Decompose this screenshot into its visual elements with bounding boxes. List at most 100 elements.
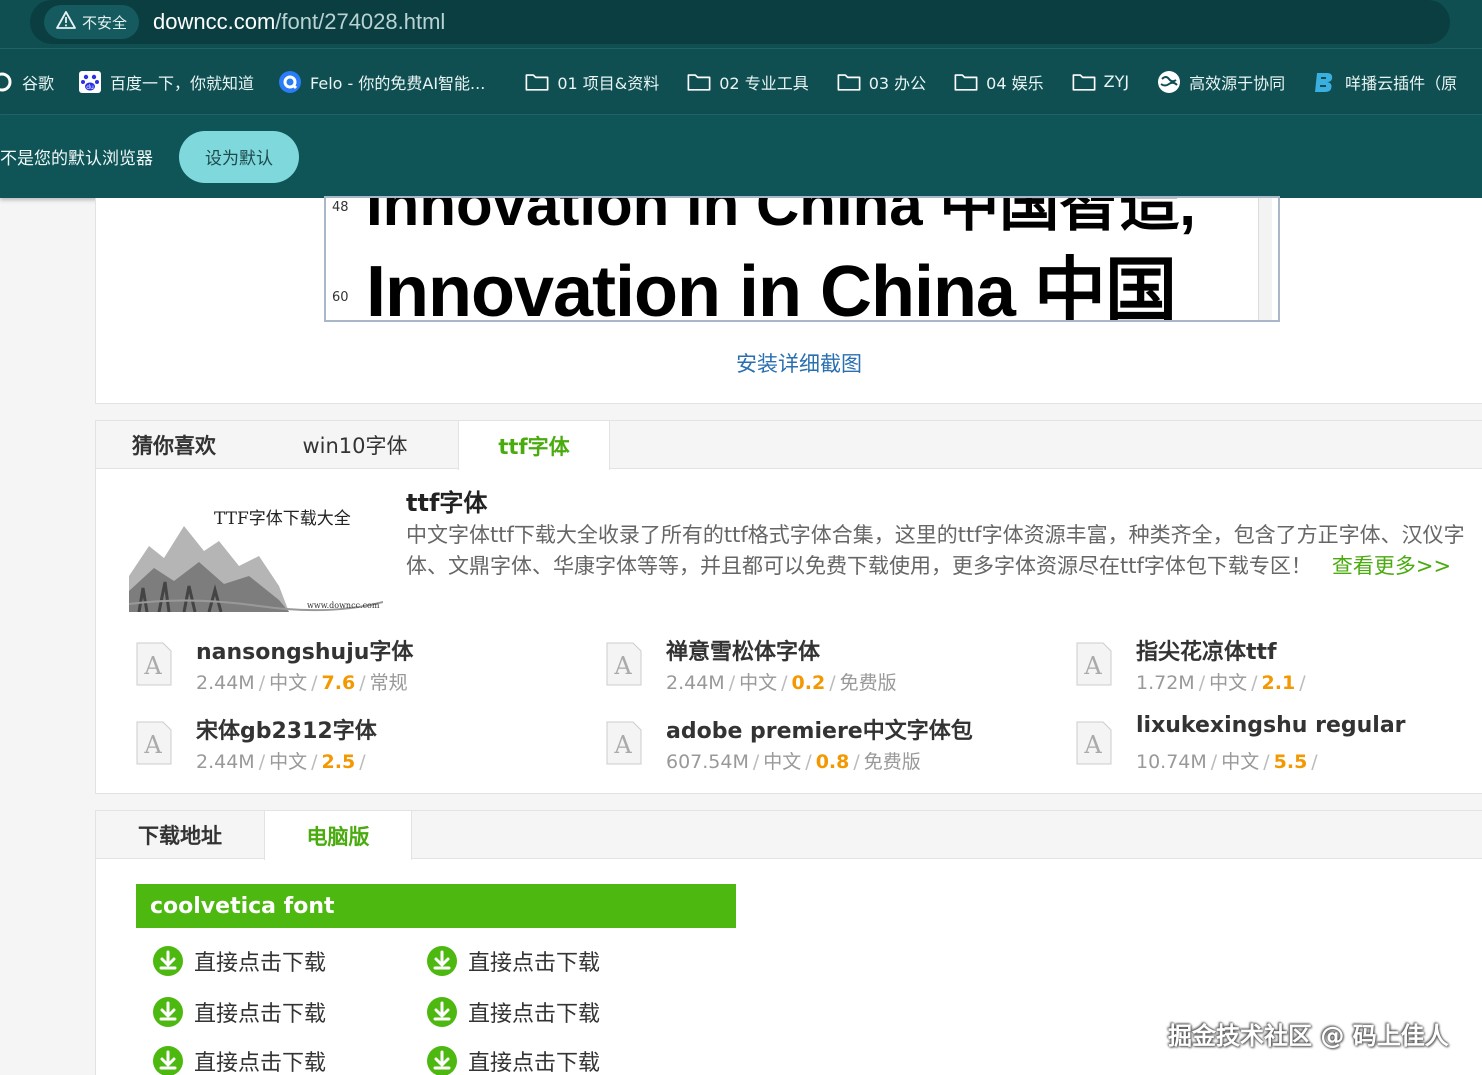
font-score: 0.2	[791, 672, 826, 694]
font-name[interactable]: 宋体gb2312字体	[196, 713, 377, 745]
font-item[interactable]: A lixukexingshu regular 10.74M / 中文/5.5/	[1068, 713, 1482, 775]
font-score: 7.6	[321, 672, 356, 694]
bookmarks-bar: 谷歌 du 百度一下，你就知道 Felo - 你的免费AI智能... 01 项目…	[0, 48, 1482, 114]
baidu-icon: du	[78, 70, 102, 94]
font-item[interactable]: A adobe premiere中文字体包 607.54M / 中文/0.8/免费版	[598, 713, 1018, 775]
font-file-icon: A	[1076, 642, 1112, 686]
svg-text:du: du	[86, 84, 94, 91]
bookmark-miebo[interactable]: 咩播云插件（原	[1313, 70, 1457, 94]
download-link[interactable]: 直接点击下载	[426, 1045, 600, 1075]
bookmark-label: 03 办公	[868, 73, 927, 93]
folder-icon	[837, 70, 861, 94]
bookmark-label: 谷歌	[22, 73, 55, 93]
url-host: downcc.com	[153, 9, 276, 34]
bookmark-label: 04 娱乐	[986, 73, 1044, 93]
bookmark-folder-01[interactable]: 01 项目&资料	[525, 70, 659, 94]
download-icon	[153, 997, 183, 1027]
bookmark-baidu[interactable]: du 百度一下，你就知道	[78, 70, 254, 94]
tab-guess-you-like[interactable]: 猜你喜欢	[96, 421, 252, 469]
bookmark-felo[interactable]: Felo - 你的免费AI智能...	[278, 70, 485, 94]
download-link[interactable]: 直接点击下载	[152, 945, 326, 977]
font-score: 5.5	[1273, 751, 1308, 773]
font-file-icon: A	[606, 642, 642, 686]
ttf-intro-description: 中文字体ttf下载大全收录了所有的ttf格式字体合集，这里的ttf字体资源丰富，…	[406, 520, 1476, 582]
download-link[interactable]: 直接点击下载	[152, 1045, 326, 1075]
miebo-icon	[1313, 70, 1337, 94]
default-browser-infobar: 不是您的默认浏览器 设为默认	[0, 114, 1482, 198]
font-name[interactable]: lixukexingshu regular	[1136, 713, 1406, 738]
tab-pc-version[interactable]: 电脑版	[264, 811, 412, 860]
warning-icon	[56, 11, 76, 33]
font-item[interactable]: A 指尖花凉体ttf 1.72M / 中文/2.1/	[1068, 634, 1482, 696]
size-label-60: 60	[332, 290, 349, 305]
font-meta: 10.74M / 中文/5.5/	[1136, 751, 1318, 773]
font-preview-image: 48 60 Innovation in China 中国智造, Innovati…	[324, 196, 1280, 322]
font-score: 0.8	[815, 751, 850, 773]
view-more-link[interactable]: 查看更多>>	[1332, 554, 1451, 578]
preview-scrollbar[interactable]	[1258, 198, 1272, 320]
font-item[interactable]: A 禅意雪松体字体 2.44M / 中文/0.2/免费版	[598, 634, 1018, 696]
tab-ttf-fonts[interactable]: ttf字体	[458, 421, 610, 470]
download-link[interactable]: 直接点击下载	[426, 996, 600, 1028]
recommend-tabs: 猜你喜欢 win10字体 ttf字体	[96, 421, 1482, 470]
font-name[interactable]: adobe premiere中文字体包	[666, 713, 973, 745]
download-icon	[153, 1046, 183, 1075]
font-name[interactable]: 指尖花凉体ttf	[1136, 634, 1277, 666]
bookmark-label: 02 专业工具	[719, 73, 809, 93]
download-link[interactable]: 直接点击下载	[426, 945, 600, 977]
watermark: 掘金技术社区 @ 码上佳人	[1168, 1022, 1449, 1050]
tab-win10-fonts[interactable]: win10字体	[252, 421, 458, 469]
svg-text:A: A	[143, 731, 162, 759]
tab-download-address[interactable]: 下载地址	[96, 811, 264, 859]
svg-text:A: A	[613, 652, 632, 680]
font-name[interactable]: 禅意雪松体字体	[666, 634, 820, 666]
infobar-message: 不是您的默认浏览器	[0, 149, 153, 169]
download-link-label: 直接点击下载	[468, 1002, 601, 1027]
folder-icon	[1072, 70, 1096, 94]
bookmark-folder-02[interactable]: 02 专业工具	[687, 70, 809, 94]
bookmark-folder-03[interactable]: 03 办公	[837, 70, 926, 94]
font-file-icon: A	[606, 721, 642, 765]
recommend-panel: 猜你喜欢 win10字体 ttf字体 TTF字体下载大全 www.downcc.…	[95, 420, 1482, 794]
font-meta: 1.72M / 中文/2.1/	[1136, 672, 1306, 694]
security-chip[interactable]: 不安全	[44, 5, 140, 39]
download-link[interactable]: 直接点击下载	[152, 996, 326, 1028]
download-icon	[427, 946, 457, 976]
svg-text:A: A	[1083, 652, 1102, 680]
bookmark-google[interactable]: 谷歌	[0, 70, 54, 94]
download-icon	[153, 946, 183, 976]
download-icon	[427, 997, 457, 1027]
felo-icon	[278, 70, 302, 94]
font-score: 2.1	[1261, 672, 1296, 694]
download-link-label: 直接点击下载	[194, 1051, 327, 1075]
url-path: /font/274028.html	[275, 9, 446, 34]
set-default-button[interactable]: 设为默认	[179, 130, 299, 183]
font-meta: 2.44M / 中文/7.6/常规	[196, 672, 408, 694]
font-preview-panel: 48 60 Innovation in China 中国智造, Innovati…	[95, 196, 1482, 404]
ttf-intro-title[interactable]: ttf字体	[406, 483, 487, 518]
globe-icon	[1157, 70, 1181, 94]
download-link-label: 直接点击下载	[194, 1002, 327, 1027]
bookmark-folder-04[interactable]: 04 娱乐	[954, 70, 1044, 94]
bookmark-xietong[interactable]: 高效源于协同	[1157, 70, 1285, 94]
font-item[interactable]: A nansongshuju字体 2.44M / 中文/7.6/常规	[128, 634, 548, 696]
url-text[interactable]: downcc.com/font/274028.html	[153, 9, 445, 35]
banner-caption: TTF字体下载大全	[214, 509, 351, 529]
ttf-banner-image[interactable]: TTF字体下载大全 www.downcc.com	[129, 496, 383, 612]
bookmark-label: 高效源于协同	[1189, 73, 1286, 93]
svg-text:A: A	[1083, 731, 1102, 759]
download-link-label: 直接点击下载	[468, 951, 601, 976]
address-bar[interactable]: 不安全 downcc.com/font/274028.html	[30, 0, 1450, 44]
font-meta: 2.44M / 中文/2.5/	[196, 751, 366, 773]
bookmark-label: 百度一下，你就知道	[110, 73, 255, 93]
install-screenshot-link[interactable]: 安装详细截图	[736, 348, 862, 378]
font-name[interactable]: nansongshuju字体	[196, 634, 413, 666]
bookmark-label: ZYJ	[1103, 72, 1130, 91]
bookmark-label: 咩播云插件（原	[1345, 73, 1458, 93]
bookmark-folder-zyj[interactable]: ZYJ	[1072, 70, 1129, 94]
font-file-icon: A	[1076, 721, 1112, 765]
intro-desc-text: 中文字体ttf下载大全收录了所有的ttf格式字体合集，这里的ttf字体资源丰富，…	[406, 523, 1465, 578]
font-item[interactable]: A 宋体gb2312字体 2.44M / 中文/2.5/	[128, 713, 548, 775]
download-link-label: 直接点击下载	[468, 1051, 601, 1075]
size-label-48: 48	[332, 200, 349, 215]
